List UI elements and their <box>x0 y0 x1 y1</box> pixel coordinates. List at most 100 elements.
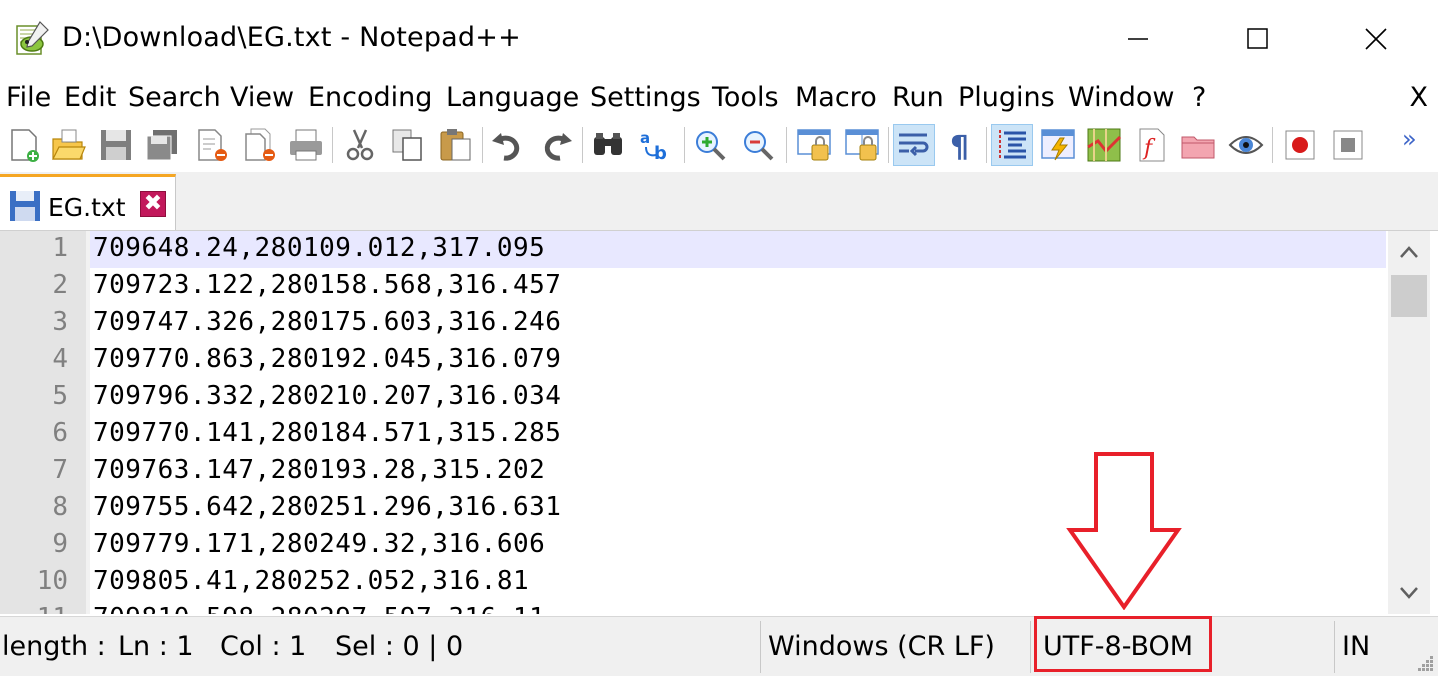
close-document-button[interactable]: X <box>1410 82 1429 113</box>
show-all-characters-icon[interactable]: ¶ <box>942 125 982 165</box>
open-file-icon[interactable] <box>48 125 88 165</box>
line-text[interactable]: 709779.171,280249.32,316.606 <box>90 527 1386 564</box>
menu-encoding[interactable]: Encoding <box>308 82 432 113</box>
menu-window[interactable]: Window <box>1068 82 1174 113</box>
close-window-button[interactable] <box>1336 8 1416 70</box>
line-number: 6 <box>52 418 68 448</box>
minimize-icon <box>1128 38 1148 40</box>
vertical-scrollbar[interactable] <box>1388 231 1430 614</box>
sync-horizontal-icon[interactable] <box>842 125 882 165</box>
toolbar: ab ¶ f » <box>0 121 1438 171</box>
menu-bar: File Edit Search View Encoding Language … <box>0 80 1438 120</box>
undo-icon[interactable] <box>488 125 528 165</box>
editor-line[interactable]: 4 709770.863,280192.045,316.079 <box>0 342 1390 379</box>
line-text[interactable]: 709796.332,280210.207,316.034 <box>90 379 1386 416</box>
line-number: 4 <box>52 344 68 374</box>
menu-run[interactable]: Run <box>892 82 944 113</box>
line-text[interactable]: 709648.24,280109.012,317.095 <box>90 231 1386 268</box>
indent-guide-icon[interactable] <box>991 124 1033 166</box>
line-text[interactable]: 709810.598,280297.597,316.11 <box>90 601 1386 614</box>
svg-text:¶: ¶ <box>950 130 969 163</box>
tab-bar: EG.txt ✖ <box>0 172 1438 231</box>
menu-file[interactable]: File <box>6 82 51 113</box>
line-number: 10 <box>36 566 68 596</box>
title-bar: D:\Download\EG.txt - Notepad++ <box>0 0 1438 78</box>
redo-icon[interactable] <box>536 125 576 165</box>
line-text[interactable]: 709770.863,280192.045,316.079 <box>90 342 1386 379</box>
status-column: Col : 1 <box>220 631 307 662</box>
paste-icon[interactable] <box>436 125 476 165</box>
zoom-in-icon[interactable] <box>690 125 730 165</box>
sync-vertical-icon[interactable] <box>794 125 834 165</box>
tab-close-icon[interactable]: ✖ <box>140 191 166 217</box>
menu-tools[interactable]: Tools <box>712 82 779 113</box>
menu-language[interactable]: Language <box>446 82 579 113</box>
line-text[interactable]: 709747.326,280175.603,316.246 <box>90 305 1386 342</box>
menu-edit[interactable]: Edit <box>64 82 116 113</box>
menu-settings[interactable]: Settings <box>590 82 701 113</box>
record-macro-icon[interactable] <box>1280 125 1320 165</box>
user-defined-language-icon[interactable] <box>1038 125 1078 165</box>
line-text[interactable]: 709723.122,280158.568,316.457 <box>90 268 1386 305</box>
svg-text:a: a <box>640 129 650 147</box>
menu-view[interactable]: View <box>230 82 294 113</box>
svg-text:b: b <box>654 143 667 163</box>
line-text[interactable]: 709770.141,280184.571,315.285 <box>90 416 1386 453</box>
editor-line[interactable]: 6 709770.141,280184.571,315.285 <box>0 416 1390 453</box>
line-text[interactable]: 709763.147,280193.28,315.202 <box>90 453 1386 490</box>
scroll-down-button[interactable] <box>1388 572 1430 614</box>
editor-line[interactable]: 3 709747.326,280175.603,316.246 <box>0 305 1390 342</box>
word-wrap-icon[interactable] <box>893 124 935 166</box>
find-icon[interactable] <box>588 125 628 165</box>
save-all-icon[interactable] <box>142 125 182 165</box>
status-bar: length : ( Ln : 1 Col : 1 Sel : 0 | 0 Wi… <box>0 616 1438 676</box>
zoom-out-icon[interactable] <box>738 125 778 165</box>
status-length: length : ( <box>2 631 114 662</box>
status-eol-format[interactable]: Windows (CR LF) <box>768 631 995 662</box>
cut-icon[interactable] <box>340 125 380 165</box>
save-icon[interactable] <box>96 125 136 165</box>
line-number: 9 <box>52 529 68 559</box>
window-title: D:\Download\EG.txt - Notepad++ <box>62 22 521 53</box>
folder-as-workspace-icon[interactable] <box>1178 125 1218 165</box>
line-number: 1 <box>52 233 68 263</box>
saved-file-icon <box>8 189 42 227</box>
resize-grip-icon[interactable] <box>1414 652 1434 672</box>
stop-recording-icon[interactable] <box>1328 125 1368 165</box>
menu-plugins[interactable]: Plugins <box>958 82 1055 113</box>
annotation-arrow-icon <box>1066 452 1182 610</box>
function-list-icon[interactable]: f <box>1132 125 1172 165</box>
monitoring-icon[interactable] <box>1226 125 1266 165</box>
scroll-up-button[interactable] <box>1388 231 1430 273</box>
editor-line[interactable]: 2 709723.122,280158.568,316.457 <box>0 268 1390 305</box>
editor-line[interactable]: 5 709796.332,280210.207,316.034 <box>0 379 1390 416</box>
close-all-icon[interactable] <box>240 125 280 165</box>
maximize-icon <box>1247 28 1268 49</box>
document-map-icon[interactable] <box>1084 125 1124 165</box>
replace-icon[interactable]: ab <box>636 125 676 165</box>
scroll-thumb[interactable] <box>1391 275 1427 317</box>
maximize-button[interactable] <box>1218 8 1298 70</box>
status-insert-mode[interactable]: IN <box>1342 631 1370 662</box>
menu-search[interactable]: Search <box>128 82 221 113</box>
editor-line[interactable]: 1 709648.24,280109.012,317.095 <box>0 231 1390 268</box>
copy-icon[interactable] <box>388 125 428 165</box>
line-number: 8 <box>52 492 68 522</box>
status-selection: Sel : 0 | 0 <box>335 631 464 662</box>
new-file-icon[interactable] <box>4 125 44 165</box>
line-text[interactable]: 709755.642,280251.296,316.631 <box>90 490 1386 527</box>
print-icon[interactable] <box>286 125 326 165</box>
close-icon[interactable] <box>192 125 232 165</box>
toolbar-overflow-chevron-icon[interactable]: » <box>1402 125 1417 153</box>
annotation-highlight-box <box>1034 616 1212 672</box>
tab-label: EG.txt <box>48 193 126 222</box>
tab-eg-txt[interactable]: EG.txt ✖ <box>0 174 176 230</box>
line-number: 3 <box>52 307 68 337</box>
menu-help[interactable]: ? <box>1192 82 1206 113</box>
minimize-button[interactable] <box>1098 8 1178 70</box>
menu-macro[interactable]: Macro <box>795 82 877 113</box>
notepadpp-icon <box>14 20 50 56</box>
line-number: 5 <box>52 381 68 411</box>
line-text[interactable]: 709805.41,280252.052,316.81 <box>90 564 1386 601</box>
line-number: 11 <box>0 603 68 614</box>
